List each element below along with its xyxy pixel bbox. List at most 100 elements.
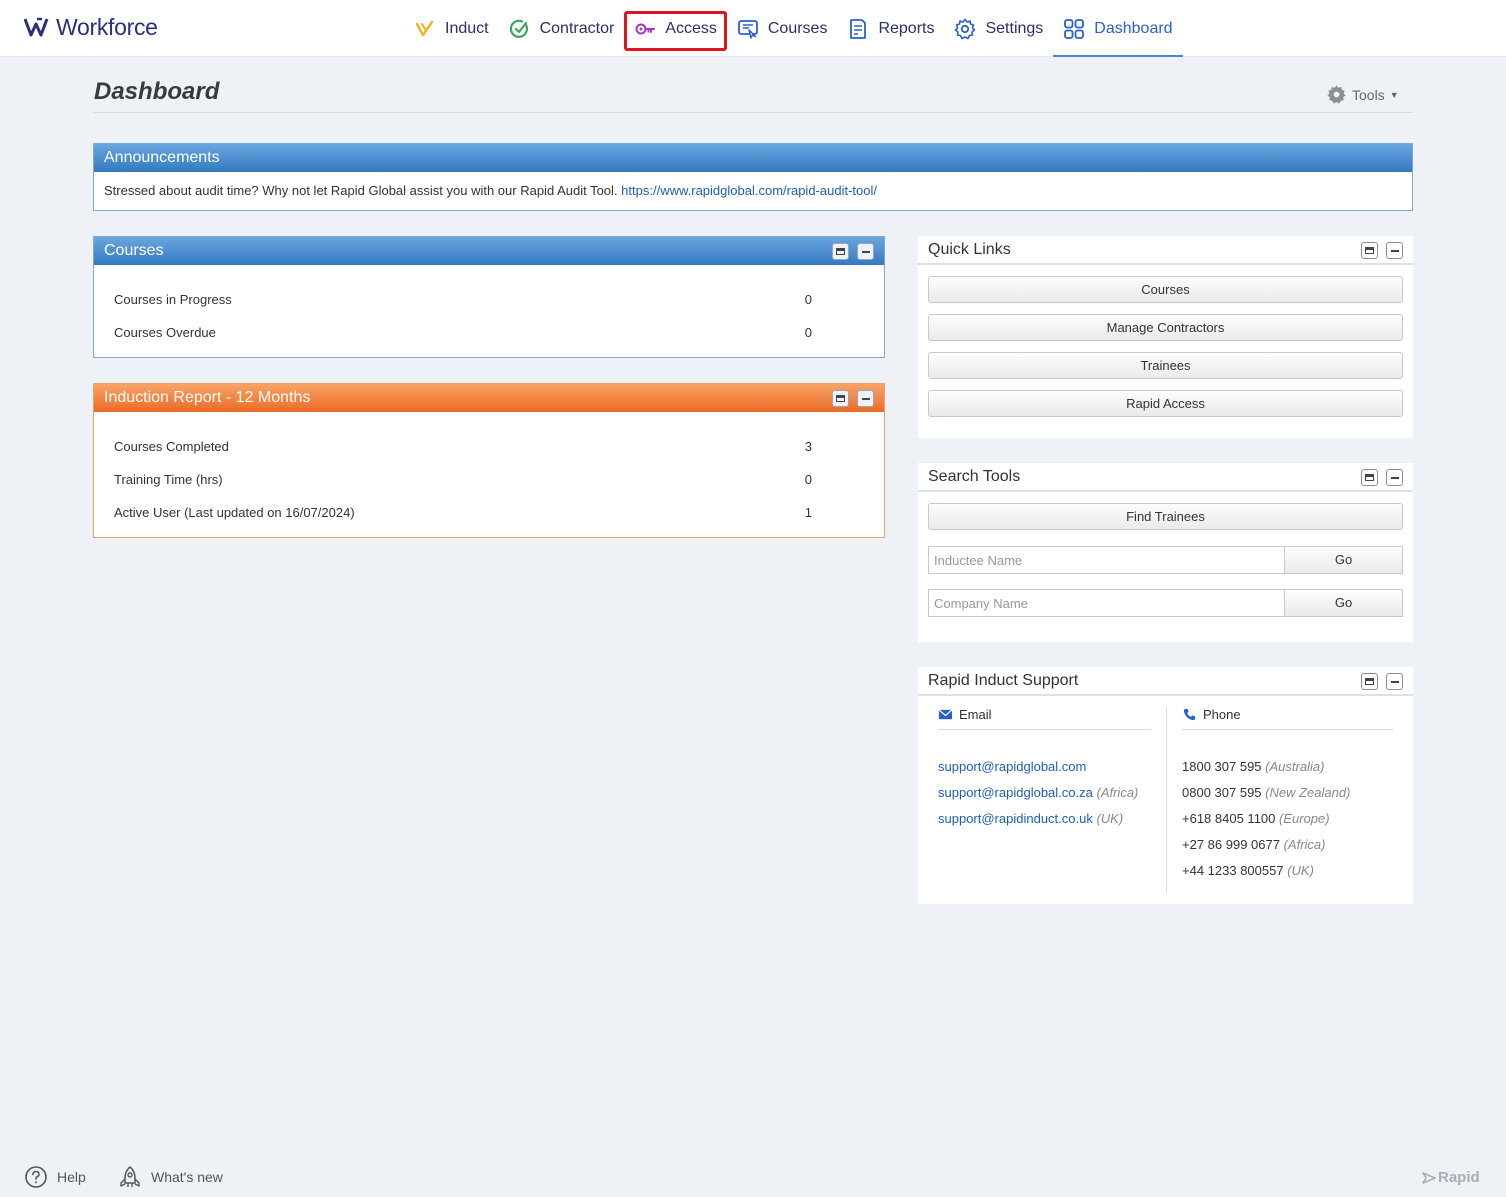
search-tools-panel: Search Tools Find Trainees Inductee Name… xyxy=(918,463,1413,642)
collapse-button[interactable] xyxy=(1386,242,1403,259)
reports-icon xyxy=(850,18,867,39)
email-link[interactable]: support@rapidglobal.co.za xyxy=(938,785,1093,800)
nav-dashboard-label: Dashboard xyxy=(1094,19,1173,37)
phone-icon xyxy=(1183,708,1196,721)
collapse-button[interactable] xyxy=(857,243,874,260)
stat-value: 0 xyxy=(804,325,812,340)
maximize-button[interactable] xyxy=(832,390,849,407)
maximize-button[interactable] xyxy=(1361,673,1378,690)
email-heading: Email xyxy=(938,707,1151,730)
quick-link-courses-button[interactable]: Courses xyxy=(928,276,1403,303)
maximize-button[interactable] xyxy=(832,243,849,260)
announcements-header: Announcements xyxy=(94,144,1412,172)
stat-label: Courses Completed xyxy=(114,439,229,454)
logo-text: Workforce xyxy=(56,13,158,40)
inductee-go-button[interactable]: Go xyxy=(1284,546,1403,574)
page-title: Dashboard xyxy=(94,78,220,105)
minus-icon xyxy=(1390,249,1399,252)
support-panel: Rapid Induct Support Email support@rapid… xyxy=(918,667,1413,904)
whats-new-link[interactable]: What's new xyxy=(118,1165,223,1189)
minus-icon xyxy=(1390,680,1399,683)
nav-reports[interactable]: Reports xyxy=(837,0,944,57)
maximize-button[interactable] xyxy=(1361,469,1378,486)
nav-induct-label: Induct xyxy=(445,19,489,37)
stat-label: Active User (Last updated on 16/07/2024) xyxy=(114,505,355,520)
courses-panel-title: Courses xyxy=(104,242,164,259)
announcements-panel: Announcements Stressed about audit time?… xyxy=(93,143,1413,211)
minus-icon xyxy=(861,397,870,400)
stat-row: Training Time (hrs) 0 xyxy=(114,472,812,487)
phone-heading: Phone xyxy=(1182,707,1393,730)
induct-icon xyxy=(415,20,434,36)
nav-induct[interactable]: Induct xyxy=(404,0,499,57)
workforce-logo[interactable]: Workforce xyxy=(24,13,158,41)
phone-number: +44 1233 800557 xyxy=(1182,863,1284,878)
nav-settings-label: Settings xyxy=(985,19,1044,37)
phone-line: 1800 307 595 (Australia) xyxy=(1182,759,1324,774)
quick-link-rapid-access-button[interactable]: Rapid Access xyxy=(928,390,1403,417)
phone-number: +27 86 999 0677 xyxy=(1182,837,1280,852)
announcement-body: Stressed about audit time? Why not let R… xyxy=(104,183,877,198)
inductee-name-input[interactable]: Inductee Name xyxy=(928,546,1284,574)
announcement-text: Stressed about audit time? Why not let R… xyxy=(104,183,618,198)
company-name-input[interactable]: Company Name xyxy=(928,589,1284,617)
nav-contractor-label: Contractor xyxy=(539,19,615,37)
phone-region: (Europe) xyxy=(1279,811,1330,826)
email-link[interactable]: support@rapidinduct.co.uk xyxy=(938,811,1093,826)
quick-links-header: Quick Links xyxy=(918,236,1413,265)
quick-links-panel: Quick Links Courses Manage Contractors T… xyxy=(918,236,1413,438)
email-line: support@rapidinduct.co.uk (UK) xyxy=(938,811,1123,826)
window-icon xyxy=(1365,247,1374,254)
phone-line: +44 1233 800557 (UK) xyxy=(1182,863,1314,878)
phone-column: Phone 1800 307 595 (Australia) 0800 307 … xyxy=(1182,707,1393,878)
quick-link-trainees-button[interactable]: Trainees xyxy=(928,352,1403,379)
company-search-row: Company Name Go xyxy=(928,589,1403,617)
maximize-button[interactable] xyxy=(1361,242,1378,259)
company-go-button[interactable]: Go xyxy=(1284,589,1403,617)
nav-settings[interactable]: Settings xyxy=(944,0,1053,57)
stat-label: Courses Overdue xyxy=(114,325,216,340)
announcements-title: Announcements xyxy=(104,149,220,166)
induction-report-panel: Induction Report - 12 Months Courses Com… xyxy=(93,383,885,538)
help-label: Help xyxy=(57,1169,86,1185)
window-icon xyxy=(1365,678,1374,685)
phone-region: (New Zealand) xyxy=(1265,785,1351,800)
contractor-check-icon xyxy=(509,19,528,38)
support-title: Rapid Induct Support xyxy=(928,671,1079,689)
tools-menu[interactable]: Tools ▼ xyxy=(1326,84,1399,105)
nav-access[interactable]: Access xyxy=(624,0,727,57)
top-navigation-bar: Workforce Induct Contractor Access Cours… xyxy=(0,0,1506,57)
panel-controls xyxy=(832,243,874,260)
email-link[interactable]: support@rapidglobal.com xyxy=(938,759,1086,774)
phone-region: (Africa) xyxy=(1283,837,1326,852)
access-key-icon xyxy=(635,23,656,34)
rapid-logo-icon xyxy=(1422,1171,1436,1184)
find-trainees-button[interactable]: Find Trainees xyxy=(928,503,1403,530)
panel-controls xyxy=(1361,673,1403,690)
nav-courses[interactable]: Courses xyxy=(727,0,838,57)
email-region: (Africa) xyxy=(1096,785,1139,800)
help-link[interactable]: Help xyxy=(24,1165,86,1189)
induction-report-header: Induction Report - 12 Months xyxy=(94,384,884,412)
induction-report-title: Induction Report - 12 Months xyxy=(104,389,311,406)
collapse-button[interactable] xyxy=(857,390,874,407)
email-line: support@rapidglobal.co.za (Africa) xyxy=(938,785,1138,800)
nav-contractor[interactable]: Contractor xyxy=(499,0,625,57)
nav-dashboard[interactable]: Dashboard xyxy=(1053,0,1183,57)
stat-label: Training Time (hrs) xyxy=(114,472,223,487)
gear-icon xyxy=(955,18,976,39)
minus-icon xyxy=(1390,476,1399,479)
phone-number: +618 8405 1100 xyxy=(1182,811,1276,826)
phone-line: +618 8405 1100 (Europe) xyxy=(1182,811,1330,826)
stat-row: Courses Overdue 0 xyxy=(114,325,812,340)
collapse-button[interactable] xyxy=(1386,469,1403,486)
workforce-logo-icon xyxy=(24,17,49,37)
phone-line: 0800 307 595 (New Zealand) xyxy=(1182,785,1350,800)
nav-access-label: Access xyxy=(665,19,717,37)
quick-link-manage-contractors-button[interactable]: Manage Contractors xyxy=(928,314,1403,341)
audit-tool-link[interactable]: https://www.rapidglobal.com/rapid-audit-… xyxy=(621,183,877,198)
nav-courses-label: Courses xyxy=(767,19,828,37)
caret-down-icon: ▼ xyxy=(1389,89,1399,100)
collapse-button[interactable] xyxy=(1386,673,1403,690)
phone-region: (UK) xyxy=(1287,863,1314,878)
